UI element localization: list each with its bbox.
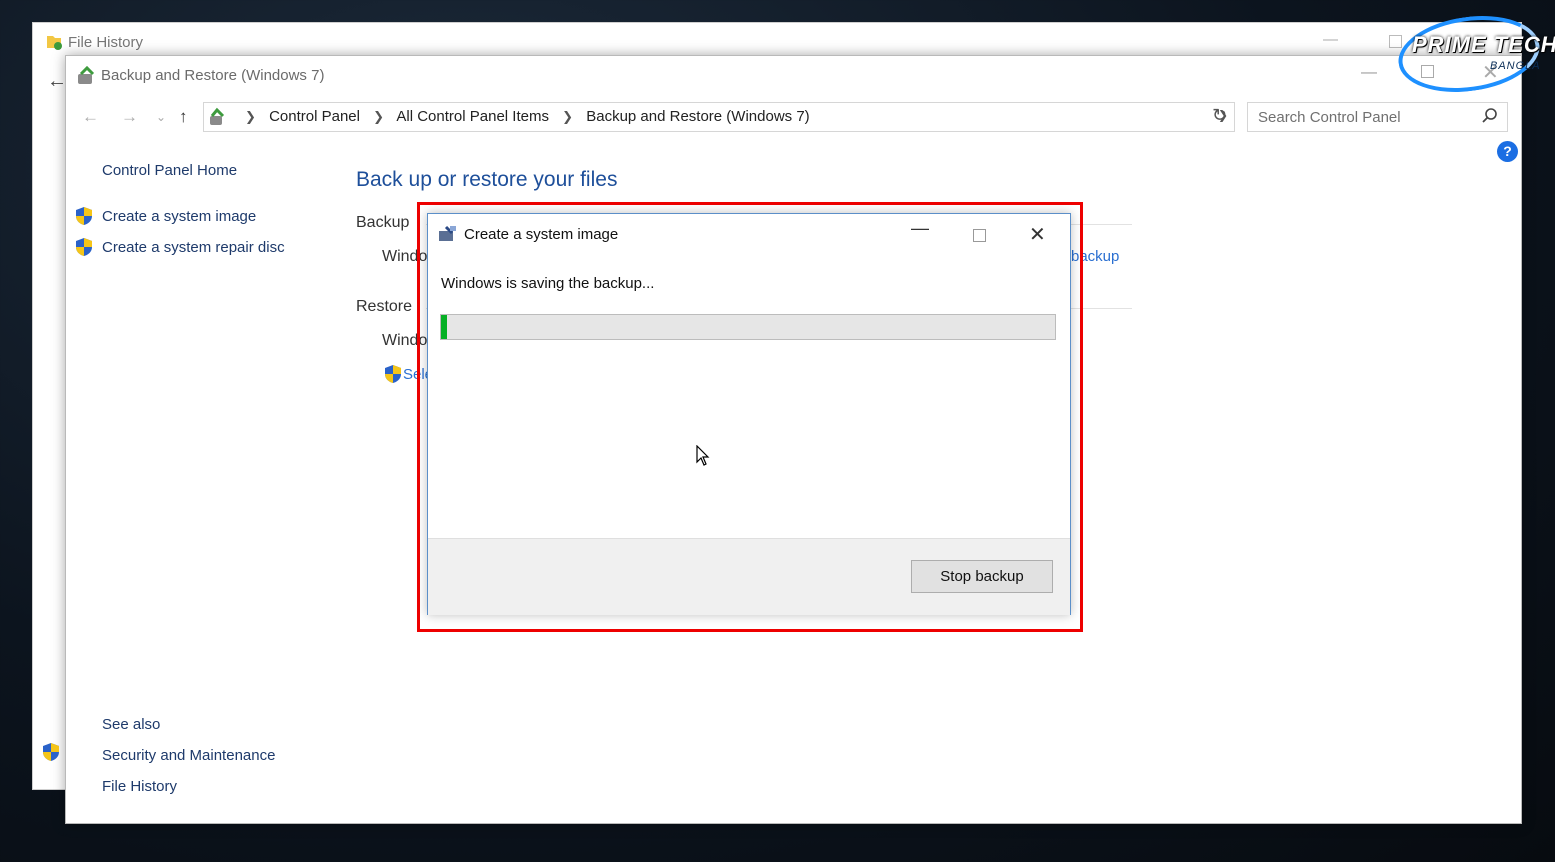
progress-bar: [440, 314, 1056, 340]
up-icon[interactable]: ↑: [179, 107, 188, 127]
see-also-file-history[interactable]: File History: [102, 778, 177, 795]
sidebar-item-create-repair-disc[interactable]: Create a system repair disc: [102, 239, 285, 256]
navigation-bar: ← → ⌄ ↑ ❯ Control Panel ❯ All Control Pa…: [66, 100, 1521, 134]
breadcrumb: ❯ Control Panel ❯ All Control Panel Item…: [236, 108, 810, 125]
sidebar-item-create-system-image[interactable]: Create a system image: [102, 208, 256, 225]
page-title: Back up or restore your files: [356, 168, 618, 191]
backup-restore-icon: [78, 66, 95, 84]
dialog-title: Create a system image: [464, 226, 619, 243]
back-arrow-icon[interactable]: ←: [47, 70, 67, 93]
forward-icon[interactable]: →: [121, 107, 138, 127]
control-panel-icon: [210, 107, 225, 125]
search-icon[interactable]: [1481, 107, 1499, 125]
file-history-icon: [47, 36, 62, 50]
restore-heading: Restore: [356, 298, 413, 315]
chevron-right-icon[interactable]: ❯: [562, 109, 573, 124]
recent-locations-icon[interactable]: ⌄: [156, 110, 166, 124]
breadcrumb-control-panel[interactable]: Control Panel: [269, 108, 360, 125]
dialog-footer: Stop backup: [428, 538, 1070, 615]
shield-icon: [76, 238, 92, 256]
breadcrumb-backup-restore[interactable]: Backup and Restore (Windows 7): [586, 108, 809, 125]
minimize-icon[interactable]: —: [911, 218, 929, 239]
help-icon[interactable]: ?: [1497, 141, 1518, 162]
address-bar[interactable]: ❯ Control Panel ❯ All Control Panel Item…: [203, 102, 1235, 132]
logo-text: PRIME TECH: [1412, 32, 1555, 57]
refresh-icon[interactable]: ↻: [1212, 105, 1227, 126]
system-image-icon: [439, 225, 456, 241]
search-input[interactable]: [1256, 107, 1475, 127]
shield-icon: [385, 365, 401, 383]
mouse-cursor-icon: [696, 445, 710, 466]
progress-fill: [441, 315, 448, 339]
window-title: Backup and Restore (Windows 7): [101, 67, 325, 84]
shield-icon: [76, 207, 92, 225]
prime-tech-logo: PRIME TECH BANGLA: [1393, 7, 1555, 101]
chevron-right-icon: ❯: [245, 109, 256, 124]
close-icon[interactable]: ✕: [1029, 222, 1046, 247]
breadcrumb-all-items[interactable]: All Control Panel Items: [396, 108, 549, 125]
maximize-icon: [973, 229, 986, 242]
search-box[interactable]: [1247, 102, 1508, 132]
minimize-icon[interactable]: —: [1361, 64, 1377, 82]
shield-icon: [43, 743, 59, 761]
status-message: Windows is saving the backup...: [441, 275, 655, 292]
see-also-security-maintenance[interactable]: Security and Maintenance: [102, 747, 275, 764]
minimize-icon[interactable]: —: [1323, 31, 1338, 48]
create-system-image-dialog: Create a system image — ✕ Windows is sav…: [427, 213, 1071, 615]
see-also-heading: See also: [102, 716, 161, 733]
back-icon[interactable]: ←: [82, 107, 99, 127]
backup-heading: Backup: [356, 214, 410, 231]
file-history-title: File History: [68, 34, 144, 51]
chevron-right-icon[interactable]: ❯: [373, 109, 384, 124]
stop-backup-button[interactable]: Stop backup: [911, 560, 1053, 593]
sidebar-item-home[interactable]: Control Panel Home: [102, 162, 237, 179]
logo-subtext: BANGLA: [1490, 60, 1541, 72]
